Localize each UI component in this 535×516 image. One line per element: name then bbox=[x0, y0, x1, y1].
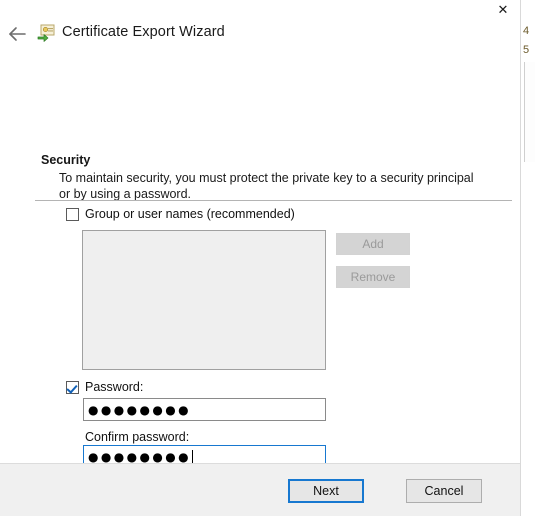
group-or-user-names-label: Group or user names (recommended) bbox=[85, 207, 295, 221]
password-value: ●●●●●●●● bbox=[88, 402, 191, 417]
background-text-line-2: 5 bbox=[523, 44, 530, 56]
password-checkbox[interactable] bbox=[66, 380, 79, 394]
password-checkbox-row[interactable]: Password: bbox=[66, 380, 143, 394]
next-button[interactable]: Next bbox=[288, 479, 364, 503]
text-cursor bbox=[191, 449, 193, 464]
page-title: Security bbox=[41, 153, 91, 167]
certificate-export-wizard-dialog: Certificate Export Wizard ✕ Security To … bbox=[0, 0, 521, 516]
add-button[interactable]: Add bbox=[336, 233, 410, 255]
cancel-button[interactable]: Cancel bbox=[406, 479, 482, 503]
dialog-content: Security To maintain security, you must … bbox=[0, 62, 520, 499]
remove-button[interactable]: Remove bbox=[336, 266, 410, 288]
dialog-title: Certificate Export Wizard bbox=[62, 24, 225, 40]
background-text-line-1: 4 bbox=[523, 25, 530, 37]
group-or-user-names-checkbox-row[interactable]: Group or user names (recommended) bbox=[66, 207, 295, 221]
close-icon[interactable]: ✕ bbox=[492, 0, 514, 20]
back-arrow-icon[interactable] bbox=[4, 20, 32, 48]
page-description: To maintain security, you must protect t… bbox=[59, 171, 474, 201]
group-or-user-names-checkbox[interactable] bbox=[66, 207, 79, 221]
password-label: Password: bbox=[85, 380, 144, 394]
password-input[interactable]: ●●●●●●●● bbox=[83, 398, 326, 421]
background-window-peek: 4 5 bbox=[521, 0, 535, 516]
background-panel bbox=[524, 62, 535, 162]
confirm-password-label: Confirm password: bbox=[85, 430, 190, 444]
group-or-user-names-listbox[interactable] bbox=[82, 230, 326, 370]
certificate-export-icon bbox=[36, 23, 56, 43]
dialog-footer: Next Cancel bbox=[0, 463, 520, 516]
dialog-titlebar: Certificate Export Wizard ✕ bbox=[0, 0, 520, 62]
confirm-password-value: ●●●●●●●● bbox=[88, 449, 191, 464]
header-divider bbox=[35, 200, 512, 201]
